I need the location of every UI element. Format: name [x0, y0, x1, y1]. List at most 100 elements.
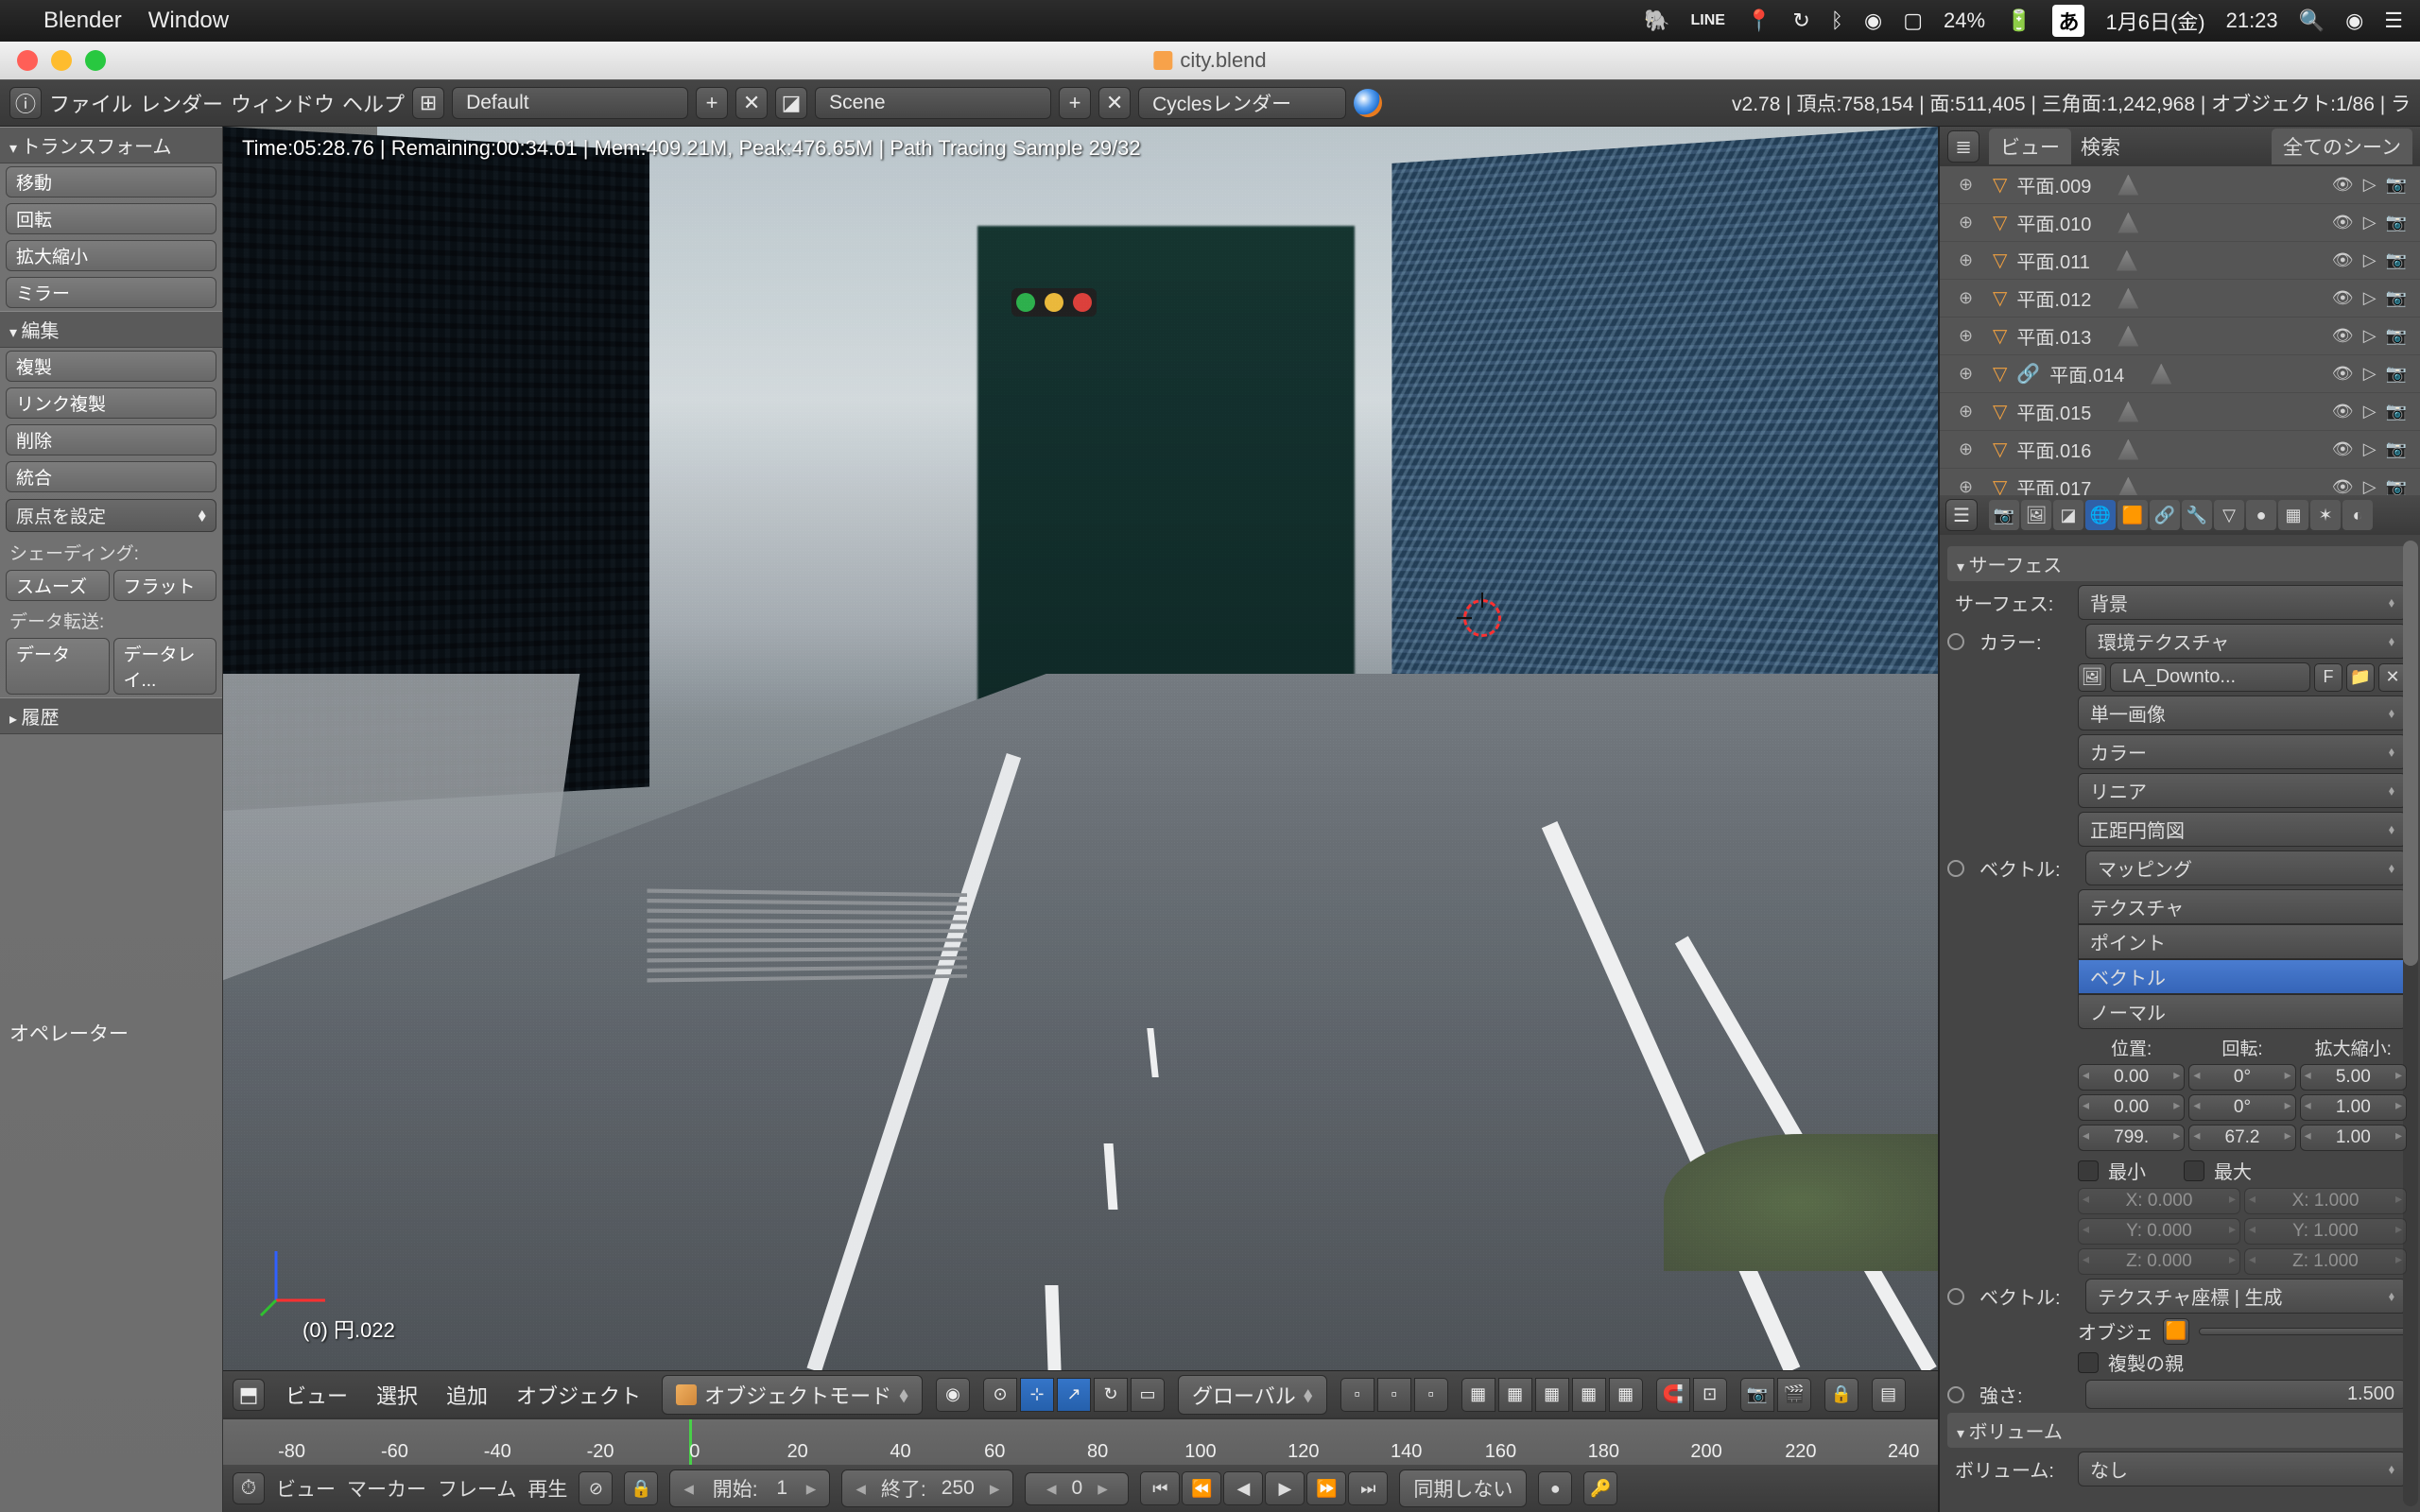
- battery-icon[interactable]: 🔋: [2006, 9, 2031, 33]
- rotate-manipulator-icon[interactable]: ↻: [1094, 1378, 1128, 1412]
- vector-mapping-dropdown[interactable]: マッピング: [2085, 850, 2407, 885]
- interpolation-dropdown[interactable]: リニア: [2078, 773, 2407, 808]
- snap-element-icon[interactable]: ⊡: [1693, 1378, 1727, 1412]
- mapping-type-texture[interactable]: テクスチャ: [2078, 889, 2407, 924]
- scene-remove-button[interactable]: ✕: [1098, 87, 1131, 119]
- play-reverse-icon[interactable]: ◀: [1223, 1471, 1263, 1505]
- data-tab-icon[interactable]: ▽: [2214, 500, 2244, 530]
- menu-window-app[interactable]: ウィンドウ: [231, 88, 335, 118]
- menubar-time[interactable]: 21:23: [2226, 9, 2278, 33]
- 3d-viewport[interactable]: Time:05:28.76 | Remaining:00:34.01 | Mem…: [223, 127, 1938, 1370]
- loc-z-input[interactable]: 799.: [2078, 1125, 2185, 1151]
- transform-section-header[interactable]: トランスフォーム: [0, 127, 222, 163]
- outliner-display-mode[interactable]: 全てのシーン: [2272, 129, 2412, 164]
- particles-tab-icon[interactable]: ✶: [2310, 500, 2341, 530]
- image-browse-icon[interactable]: 🖼: [2078, 663, 2106, 692]
- menu-help[interactable]: ヘルプ: [342, 88, 405, 118]
- viewport-editor-type-icon[interactable]: ⬒: [233, 1379, 265, 1411]
- color-space-dropdown[interactable]: カラー: [2078, 734, 2407, 769]
- image-open-icon[interactable]: 📁: [2346, 663, 2375, 692]
- use-min-checkbox[interactable]: [2078, 1160, 2099, 1181]
- image-source-dropdown[interactable]: 単一画像: [2078, 696, 2407, 730]
- shade-smooth-button[interactable]: スムーズ: [6, 570, 110, 601]
- evernote-icon[interactable]: 🐘: [1644, 9, 1669, 33]
- surface-shader-dropdown[interactable]: 背景: [2078, 585, 2407, 620]
- color-input-dropdown[interactable]: 環境テクスチャ: [2085, 624, 2407, 659]
- scene-tab-icon[interactable]: ◪: [2053, 500, 2083, 530]
- keyframe-next-icon[interactable]: ⏩: [1306, 1471, 1346, 1505]
- opengl-render-icon[interactable]: 📷: [1740, 1378, 1774, 1412]
- interaction-mode-dropdown[interactable]: オブジェクトモード⬧: [662, 1375, 923, 1415]
- bluetooth-icon[interactable]: ᛒ: [1831, 9, 1843, 33]
- snap-toggle-icon[interactable]: 🧲: [1656, 1378, 1690, 1412]
- volume-shader-dropdown[interactable]: なし: [2078, 1452, 2407, 1486]
- layers-group-2[interactable]: ▦: [1498, 1378, 1532, 1412]
- strength-input[interactable]: 1.500: [2085, 1380, 2407, 1409]
- scene-add-button[interactable]: +: [1059, 87, 1091, 119]
- autokey-toggle-icon[interactable]: ●: [1538, 1471, 1572, 1505]
- data-transfer-button[interactable]: データ: [6, 638, 110, 695]
- timeline-ruler[interactable]: -80 -60 -40 -20 0 20 40 60 80 100 120 14…: [223, 1419, 1938, 1465]
- tl-menu-view[interactable]: ビュー: [276, 1474, 336, 1503]
- screen-layout-dropdown[interactable]: Default: [452, 87, 688, 119]
- render-tab-icon[interactable]: 📷: [1989, 500, 2019, 530]
- edit-section-header[interactable]: 編集: [0, 311, 222, 348]
- viewport-shading-icon[interactable]: ◉: [936, 1378, 970, 1412]
- sync-mode-dropdown[interactable]: 同期しない: [1399, 1469, 1527, 1507]
- layer-button-1[interactable]: ▫: [1340, 1378, 1374, 1412]
- menubar-date[interactable]: 1月6日(金): [2105, 6, 2204, 36]
- outliner-editor-type-icon[interactable]: ≣: [1947, 130, 1979, 163]
- vp-menu-object[interactable]: オブジェクト: [509, 1380, 648, 1410]
- layout-browse-icon[interactable]: ⊞: [412, 87, 444, 119]
- location-icon[interactable]: 📍: [1746, 9, 1772, 33]
- layout-remove-button[interactable]: ✕: [735, 87, 768, 119]
- scene-browse-icon[interactable]: ◪: [775, 87, 807, 119]
- jump-start-icon[interactable]: ⏮: [1140, 1471, 1180, 1505]
- use-max-checkbox[interactable]: [2184, 1160, 2204, 1181]
- outliner-tab-search[interactable]: 検索: [2081, 132, 2120, 161]
- history-section-header[interactable]: 履歴: [0, 697, 222, 734]
- texture-tab-icon[interactable]: ▦: [2278, 500, 2308, 530]
- airplay-icon[interactable]: ▢: [1903, 9, 1923, 33]
- image-name-field[interactable]: LA_Downto...: [2110, 662, 2310, 692]
- ime-indicator[interactable]: あ: [2052, 5, 2084, 37]
- render-engine-dropdown[interactable]: Cyclesレンダー: [1138, 87, 1346, 119]
- physics-tab-icon[interactable]: ◐: [2342, 500, 2373, 530]
- surface-panel-header[interactable]: サーフェス: [1947, 546, 2407, 581]
- pivot-point-icon[interactable]: ⊙: [983, 1378, 1017, 1412]
- window-minimize-button[interactable]: [51, 50, 72, 71]
- properties-editor-type-icon[interactable]: ☰: [1945, 499, 1978, 531]
- layers-group-1[interactable]: ▦: [1461, 1378, 1495, 1412]
- menu-file[interactable]: ファイル: [49, 88, 132, 118]
- rot-y-input[interactable]: 0°: [2188, 1094, 2295, 1121]
- window-close-button[interactable]: [17, 50, 38, 71]
- start-frame-input[interactable]: 開始:1: [669, 1469, 830, 1507]
- timemachine-icon[interactable]: ↻: [1792, 9, 1809, 33]
- constraints-tab-icon[interactable]: 🔗: [2150, 500, 2180, 530]
- scale-manipulator-icon[interactable]: ▭: [1131, 1378, 1165, 1412]
- scale-button[interactable]: 拡大縮小: [6, 240, 216, 271]
- layers-group-5[interactable]: ▦: [1609, 1378, 1643, 1412]
- from-dupli-checkbox[interactable]: [2078, 1352, 2099, 1373]
- outliner-tab-view[interactable]: ビュー: [1989, 129, 2071, 164]
- vp-menu-view[interactable]: ビュー: [278, 1380, 355, 1410]
- layout-add-button[interactable]: +: [696, 87, 728, 119]
- mapping-type-point[interactable]: ポイント: [2078, 924, 2407, 959]
- shade-flat-button[interactable]: フラット: [113, 570, 217, 601]
- tl-menu-marker[interactable]: マーカー: [347, 1474, 426, 1503]
- rot-x-input[interactable]: 0°: [2188, 1064, 2295, 1091]
- loc-y-input[interactable]: 0.00: [2078, 1094, 2185, 1121]
- lock-camera-icon[interactable]: 🔒: [1824, 1378, 1858, 1412]
- layer-button-2[interactable]: ▫: [1377, 1378, 1411, 1412]
- object-tab-icon[interactable]: 🟧: [2118, 500, 2148, 530]
- spotlight-icon[interactable]: 🔍: [2299, 9, 2325, 33]
- play-icon[interactable]: ▶: [1265, 1471, 1305, 1505]
- translate-manipulator-icon[interactable]: ↗: [1057, 1378, 1091, 1412]
- line-icon[interactable]: LINE: [1691, 12, 1725, 29]
- current-frame-input[interactable]: 0: [1025, 1472, 1129, 1505]
- link-duplicate-button[interactable]: リンク複製: [6, 387, 216, 419]
- vp-menu-select[interactable]: 選択: [369, 1380, 425, 1410]
- notification-center-icon[interactable]: ☰: [2384, 9, 2403, 33]
- material-tab-icon[interactable]: ●: [2246, 500, 2276, 530]
- window-zoom-button[interactable]: [85, 50, 106, 71]
